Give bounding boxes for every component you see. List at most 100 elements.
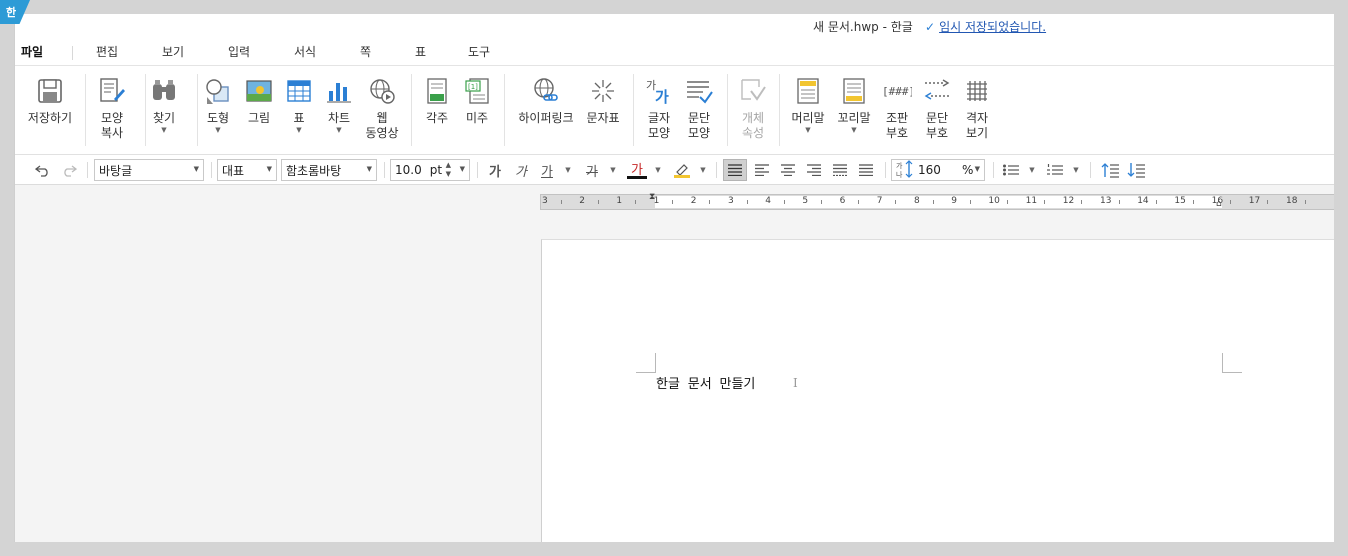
header-dropdown-icon[interactable]: ▼ [805, 126, 810, 134]
ruler-tick [895, 200, 897, 204]
menu-tools[interactable]: 도구 [468, 43, 490, 60]
highlight-dropdown-icon[interactable]: ▼ [698, 159, 708, 181]
increase-spacing-button[interactable] [1099, 159, 1121, 181]
size-stepper-icon[interactable]: ▲ ▼ [446, 161, 451, 179]
picture-label: 그림 [247, 111, 271, 125]
ibeam-cursor-icon: I [793, 376, 798, 390]
menu-edit[interactable]: 편집 [96, 43, 118, 60]
right-margin-marker-icon[interactable]: ⌂ [1216, 199, 1222, 209]
horizontal-ruler[interactable]: 3 2 1 1 2 3 4 5 6 7 8 9 10 11 12 13 14 15 16 17 18 ⧗ ⌂ [540, 192, 1335, 210]
assembly-mark-label: 조판 부호 [885, 111, 909, 140]
bullet-dropdown-icon[interactable]: ▼ [1027, 159, 1037, 181]
char-map-icon [588, 76, 618, 106]
save-label: 저장하기 [27, 111, 73, 125]
grid-view-button[interactable]: 격자 보기 [947, 76, 1007, 141]
indent-marker-icon[interactable]: ⧗ [649, 192, 655, 202]
style-select[interactable]: 바탕글 ▼ [94, 159, 204, 181]
font-select[interactable]: 함초롬바탕 ▼ [281, 159, 377, 181]
para-mark-label: 문단 부호 [925, 111, 949, 140]
save-status[interactable]: ✓ 임시 저장되었습니다. [925, 18, 1046, 35]
ruler-label: 13 [1100, 196, 1112, 206]
object-props-label: 개체 속성 [741, 111, 765, 140]
margin-corner-top-left [636, 353, 656, 373]
table-dropdown-icon[interactable]: ▼ [296, 126, 301, 134]
underline-dropdown-icon[interactable]: ▼ [563, 159, 573, 181]
document-page[interactable]: 한글 문서 만들기 I [541, 239, 1335, 542]
bold-button[interactable]: 가 [485, 159, 505, 181]
save-icon [35, 76, 65, 106]
ruler-tick [709, 200, 711, 204]
redo-icon[interactable] [59, 159, 79, 181]
numbered-list-button[interactable] [1045, 159, 1065, 181]
menu-page[interactable]: 쪽 [360, 43, 371, 60]
strikethrough-button[interactable]: 가 [582, 159, 602, 181]
font-color-button[interactable]: 가 [627, 161, 647, 179]
chevron-down-icon: ▼ [366, 165, 372, 173]
ruler-tick [1081, 200, 1083, 204]
language-value: 대표 [222, 163, 245, 178]
save-button[interactable]: 저장하기 [20, 76, 80, 126]
char-map-label: 문자표 [586, 111, 620, 125]
footer-label: 꼬리말 [837, 111, 871, 125]
find-dropdown-icon[interactable]: ▼ [161, 126, 166, 134]
footer-dropdown-icon[interactable]: ▼ [851, 126, 856, 134]
decrease-spacing-button[interactable] [1125, 159, 1147, 181]
chevron-down-icon: ▼ [193, 165, 199, 173]
menu-view[interactable]: 보기 [162, 43, 184, 60]
endnote-icon: [1] [462, 76, 492, 106]
window-edge [1334, 14, 1348, 556]
shape-copy-button[interactable]: 모양 복사 [82, 76, 142, 141]
menu-insert[interactable]: 입력 [228, 43, 250, 60]
ruler-tick [783, 200, 785, 204]
chart-icon [324, 76, 354, 106]
document-body-text[interactable]: 한글 문서 만들기 [656, 373, 755, 392]
format-painter-icon [97, 76, 127, 106]
numbering-dropdown-icon[interactable]: ▼ [1071, 159, 1081, 181]
divide-button[interactable] [854, 159, 878, 181]
language-select[interactable]: 대표 ▼ [217, 159, 277, 181]
toolbar-divider [477, 162, 478, 178]
bullet-list-button[interactable] [1001, 159, 1021, 181]
strikethrough-dropdown-icon[interactable]: ▼ [608, 159, 618, 181]
align-justify-button[interactable] [723, 159, 747, 181]
shape-dropdown-icon[interactable]: ▼ [215, 126, 220, 134]
menu-format[interactable]: 서식 [294, 43, 316, 60]
shape-label: 도형 [206, 111, 230, 125]
header-icon [793, 76, 823, 106]
undo-icon[interactable] [33, 159, 53, 181]
ruler-tick [1230, 200, 1232, 204]
align-right-button[interactable] [802, 159, 826, 181]
ruler-tick [746, 200, 748, 204]
ribbon-divider [504, 74, 505, 146]
ruler-label: 2 [690, 196, 697, 206]
ruler-tick [858, 200, 860, 204]
font-color-dropdown-icon[interactable]: ▼ [653, 159, 663, 181]
style-value: 바탕글 [99, 163, 133, 178]
endnote-button[interactable]: [1] 미주 [447, 76, 507, 126]
chart-dropdown-icon[interactable]: ▼ [336, 126, 341, 134]
align-left-button[interactable] [750, 159, 774, 181]
para-shape-button[interactable]: 문단 모양 [669, 76, 729, 141]
endnote-label: 미주 [465, 111, 489, 125]
highlight-button[interactable] [672, 159, 692, 181]
align-center-button[interactable] [776, 159, 800, 181]
underline-button[interactable]: 가 [537, 159, 557, 181]
italic-button[interactable]: 가 [511, 159, 531, 181]
ruler-tick [969, 200, 971, 204]
menu-file[interactable]: 파일 [21, 43, 43, 60]
hyperlink-button[interactable]: 하이퍼링크 [515, 76, 577, 126]
object-props-button[interactable]: 개체 속성 [723, 76, 783, 141]
web-video-button[interactable]: 웹 동영상 [352, 76, 412, 141]
find-label: 찾기 [152, 111, 176, 125]
find-button[interactable]: 찾기 ▼ [134, 76, 194, 134]
ruler-tick [672, 200, 674, 204]
char-map-button[interactable]: 문자표 [573, 76, 633, 126]
ruler-tick [560, 200, 562, 204]
menu-table[interactable]: 표 [415, 43, 426, 60]
ruler-label: 5 [802, 196, 809, 206]
line-spacing-field[interactable]: 가나 160 % ▼ [891, 159, 985, 181]
font-size-field[interactable]: 10.0 pt ▲ ▼ ▼ [390, 159, 470, 181]
document-workspace[interactable]: 3 2 1 1 2 3 4 5 6 7 8 9 10 11 12 13 14 15 16 17 18 ⧗ ⌂ 한글 문서… [15, 185, 1335, 542]
distribute-button[interactable] [828, 159, 852, 181]
save-status-text[interactable]: 임시 저장되었습니다. [939, 18, 1046, 35]
